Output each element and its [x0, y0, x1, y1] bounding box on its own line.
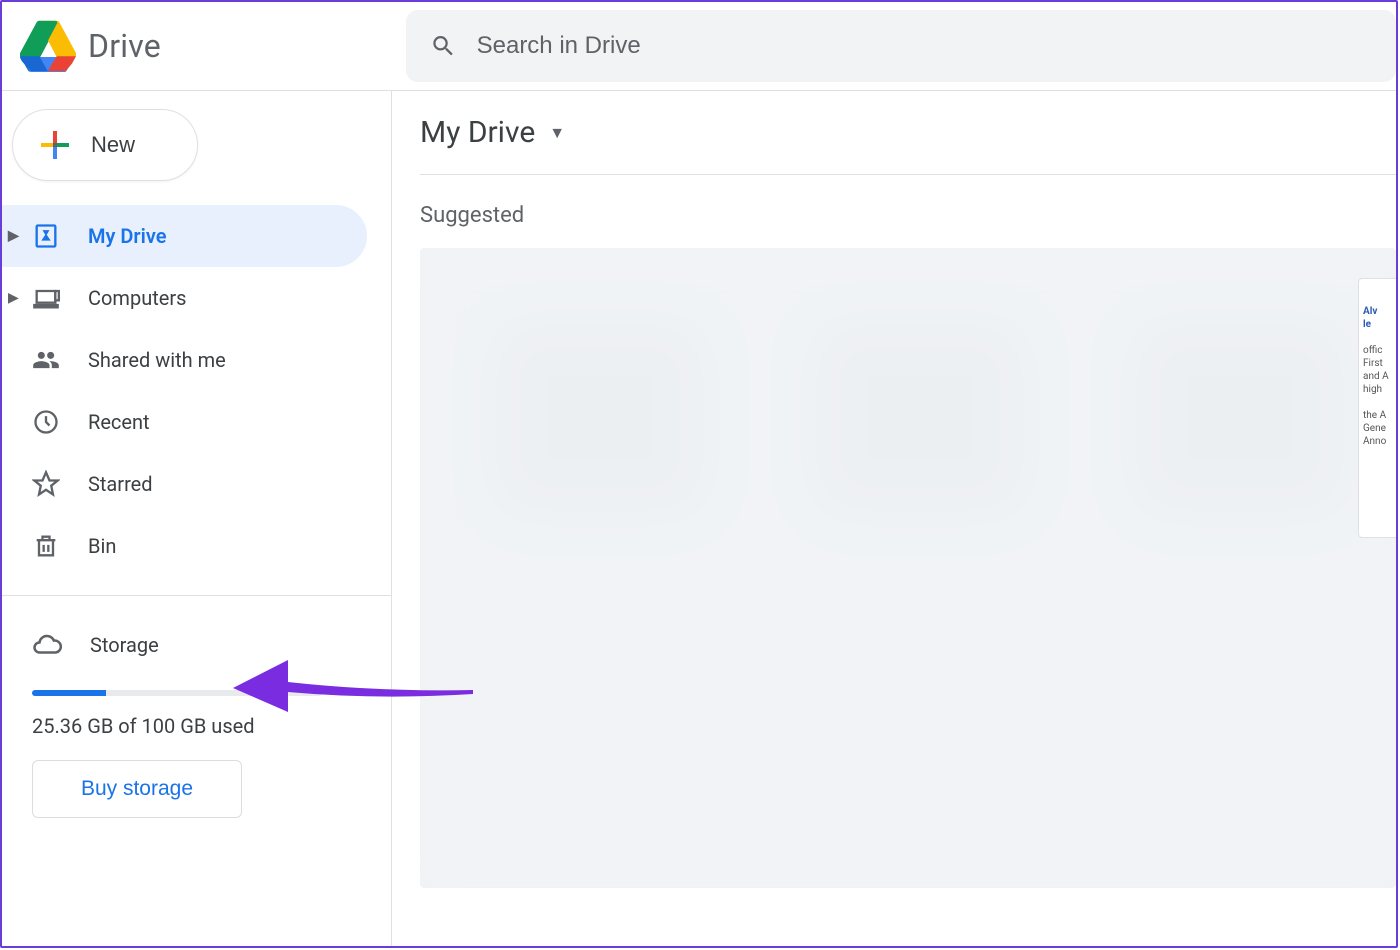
sidebar-item-shared[interactable]: Shared with me — [2, 329, 367, 391]
search-icon — [430, 32, 457, 60]
sidebar-item-label: Starred — [88, 472, 153, 496]
sidebar-item-starred[interactable]: Starred — [2, 453, 367, 515]
sidebar-item-label: My Drive — [88, 224, 166, 248]
main-content: My Drive ▼ Suggested Alvle officFirstand… — [392, 91, 1396, 946]
chevron-down-icon: ▼ — [549, 123, 565, 143]
drive-logo-icon — [20, 20, 76, 72]
search-bar[interactable] — [406, 10, 1396, 82]
storage-label: Storage — [90, 633, 159, 657]
sidebar-item-label: Recent — [88, 410, 150, 434]
cloud-icon — [32, 630, 62, 660]
new-button[interactable]: New — [12, 109, 198, 181]
sidebar-item-bin[interactable]: Bin — [2, 515, 367, 577]
expand-caret-icon[interactable]: ▶ — [8, 290, 19, 306]
breadcrumb[interactable]: My Drive ▼ — [420, 115, 1396, 174]
plus-icon — [37, 127, 73, 163]
breadcrumb-label: My Drive — [420, 115, 535, 150]
shared-icon — [32, 346, 60, 374]
sidebar-item-my-drive[interactable]: ▶ My Drive — [2, 205, 367, 267]
suggested-card-partial[interactable]: Alvle officFirstand Ahigh the AGeneAnno — [1358, 278, 1396, 538]
logo[interactable]: Drive — [20, 20, 161, 72]
suggested-area: Alvle officFirstand Ahigh the AGeneAnno — [420, 248, 1396, 888]
starred-icon — [32, 470, 60, 498]
storage-section: Storage 25.36 GB of 100 GB used Buy stor… — [2, 606, 391, 818]
sidebar: New ▶ My Drive ▶ Computers Shared with m… — [2, 91, 392, 946]
sidebar-item-label: Computers — [88, 286, 186, 310]
sidebar-item-label: Bin — [88, 534, 116, 558]
new-button-label: New — [91, 132, 135, 158]
storage-progress-fill — [32, 690, 106, 696]
main-divider — [420, 174, 1396, 175]
storage-nav-item[interactable]: Storage — [32, 618, 361, 672]
nav: ▶ My Drive ▶ Computers Shared with me Re… — [2, 205, 391, 577]
expand-caret-icon[interactable]: ▶ — [8, 228, 19, 244]
sidebar-divider — [2, 595, 391, 596]
computers-icon — [32, 284, 60, 312]
bin-icon — [32, 532, 60, 560]
recent-icon — [32, 408, 60, 436]
drive-icon — [32, 222, 60, 250]
suggested-heading: Suggested — [420, 203, 1396, 228]
storage-progress-bar — [32, 690, 322, 696]
app-name: Drive — [88, 27, 161, 65]
storage-usage-text: 25.36 GB of 100 GB used — [32, 714, 361, 738]
sidebar-item-recent[interactable]: Recent — [2, 391, 367, 453]
search-input[interactable] — [477, 32, 1372, 60]
sidebar-item-label: Shared with me — [88, 348, 226, 372]
header: Drive — [2, 2, 1396, 90]
buy-storage-button[interactable]: Buy storage — [32, 760, 242, 818]
sidebar-item-computers[interactable]: ▶ Computers — [2, 267, 367, 329]
